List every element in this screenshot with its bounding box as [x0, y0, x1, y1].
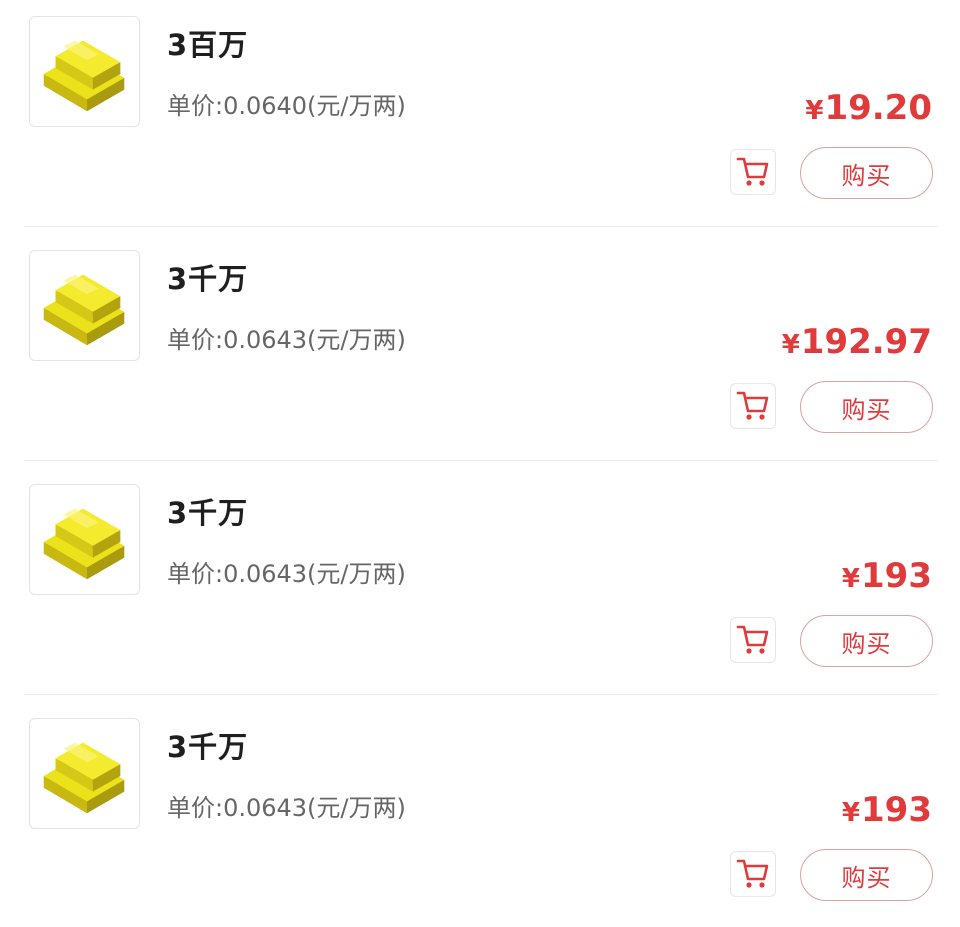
- unit-price: 单价:0.0643(元/万两): [167, 794, 406, 822]
- gold-bars-icon: [43, 508, 125, 580]
- product-title: 3千万: [167, 730, 249, 764]
- add-to-cart-button[interactable]: [730, 851, 776, 897]
- unit-price: 单价:0.0643(元/万两): [167, 326, 406, 354]
- list-item[interactable]: 3千万 单价:0.0643(元/万两) ¥193 购买: [24, 468, 938, 702]
- currency-symbol: ¥: [841, 798, 861, 828]
- currency-symbol: ¥: [841, 564, 861, 594]
- product-title: 3千万: [167, 262, 249, 296]
- price-value: 193: [861, 790, 932, 830]
- currency-symbol: ¥: [781, 330, 800, 360]
- product-list: 3百万 单价:0.0640(元/万两) ¥19.20 购买 3千万 单价:0.0…: [0, 0, 960, 927]
- cart-icon: [736, 157, 769, 186]
- buy-button[interactable]: 购买: [800, 147, 933, 199]
- gold-bars-icon: [43, 274, 125, 346]
- product-thumbnail[interactable]: [29, 718, 140, 829]
- add-to-cart-button[interactable]: [730, 383, 776, 429]
- list-item[interactable]: 3千万 单价:0.0643(元/万两) ¥193 购买: [24, 702, 938, 927]
- buy-button[interactable]: 购买: [800, 615, 933, 667]
- product-title: 3千万: [167, 496, 249, 530]
- cart-icon: [736, 859, 769, 888]
- list-item[interactable]: 3百万 单价:0.0640(元/万两) ¥19.20 购买: [24, 0, 938, 234]
- price-value: 193: [861, 556, 932, 596]
- total-price: ¥192.97: [782, 322, 932, 362]
- product-thumbnail[interactable]: [29, 250, 140, 361]
- buy-button[interactable]: 购买: [800, 849, 933, 901]
- add-to-cart-button[interactable]: [730, 617, 776, 663]
- add-to-cart-button[interactable]: [730, 149, 776, 195]
- gold-bars-icon: [43, 742, 125, 814]
- gold-bars-icon: [43, 40, 125, 112]
- total-price: ¥193: [842, 556, 932, 596]
- buy-button[interactable]: 购买: [800, 381, 933, 433]
- total-price: ¥193: [842, 790, 932, 830]
- product-thumbnail[interactable]: [29, 16, 140, 127]
- cart-icon: [736, 625, 769, 654]
- unit-price: 单价:0.0640(元/万两): [167, 92, 406, 120]
- product-title: 3百万: [167, 28, 249, 62]
- divider: [24, 226, 938, 227]
- currency-symbol: ¥: [805, 96, 824, 126]
- price-value: 19.20: [824, 88, 932, 128]
- divider: [24, 694, 938, 695]
- unit-price: 单价:0.0643(元/万两): [167, 560, 406, 588]
- total-price: ¥19.20: [805, 88, 932, 128]
- product-thumbnail[interactable]: [29, 484, 140, 595]
- cart-icon: [736, 391, 769, 420]
- list-item[interactable]: 3千万 单价:0.0643(元/万两) ¥192.97 购买: [24, 234, 938, 468]
- price-value: 192.97: [800, 322, 932, 362]
- divider: [24, 460, 938, 461]
